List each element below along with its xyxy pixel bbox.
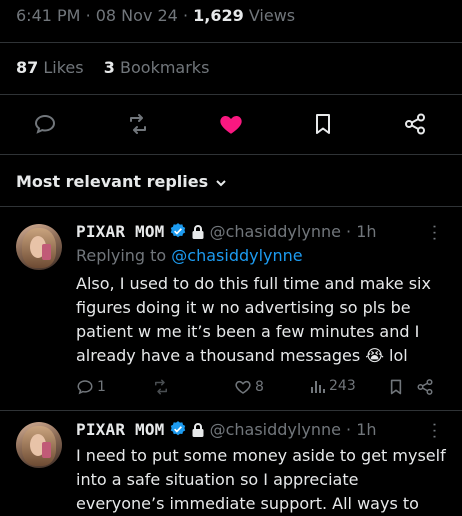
chevron-down-icon bbox=[216, 179, 226, 186]
replies-sort-label: Most relevant replies bbox=[16, 172, 209, 191]
divider bbox=[0, 42, 462, 43]
share-button[interactable] bbox=[416, 378, 434, 396]
reply-action-bar: 1 8 243 bbox=[76, 378, 446, 400]
bookmarks-stat[interactable]: 3 Bookmarks bbox=[104, 58, 210, 77]
avatar[interactable] bbox=[16, 224, 62, 270]
bookmarks-label: Bookmarks bbox=[120, 58, 210, 77]
retweet-button[interactable] bbox=[152, 378, 170, 396]
lock-icon bbox=[192, 423, 203, 437]
bookmarks-count: 3 bbox=[103, 58, 115, 77]
like-count: 8 bbox=[255, 379, 264, 395]
user-handle[interactable]: @chasiddylynne bbox=[210, 222, 341, 241]
lock-icon bbox=[192, 225, 203, 239]
reply-text: I need to put some money aside to get my… bbox=[76, 446, 446, 513]
retweet-icon bbox=[155, 379, 167, 395]
user-handle[interactable]: @chasiddylynne bbox=[210, 420, 341, 439]
more-icon: ··· bbox=[425, 422, 444, 441]
reply-age[interactable]: 1h bbox=[356, 222, 376, 241]
post-stats: 87 Likes 3 Bookmarks bbox=[16, 58, 209, 77]
reply-age[interactable]: 1h bbox=[356, 420, 376, 439]
display-name[interactable]: PIXAR MOM bbox=[76, 420, 165, 439]
post-meta: 6:41 PM · 08 Nov 24 · 1,629 Views bbox=[16, 6, 296, 25]
divider bbox=[0, 410, 462, 411]
replying-to-handle[interactable]: @chasiddylynne bbox=[171, 246, 302, 265]
heart-icon bbox=[220, 115, 242, 134]
verified-icon bbox=[170, 421, 185, 436]
replying-to: Replying to @chasiddylynne bbox=[76, 246, 303, 265]
reply-icon bbox=[77, 380, 93, 395]
bookmark-icon bbox=[316, 114, 330, 134]
more-button[interactable]: ··· bbox=[425, 422, 444, 440]
like-button[interactable] bbox=[213, 106, 249, 142]
likes-label: Likes bbox=[43, 58, 84, 77]
views-count: 1,629 bbox=[193, 6, 244, 25]
reply-header: PIXAR MOM @chasiddylynne · 1h bbox=[76, 222, 377, 241]
share-icon bbox=[417, 379, 433, 395]
reply-button[interactable] bbox=[27, 106, 63, 142]
views-label: Views bbox=[248, 6, 296, 25]
divider bbox=[0, 94, 462, 95]
share-button[interactable] bbox=[397, 106, 433, 142]
bookmark-button[interactable] bbox=[388, 378, 404, 396]
reply-icon bbox=[34, 114, 56, 134]
display-name[interactable]: PIXAR MOM bbox=[76, 222, 165, 241]
replies-sort-dropdown[interactable]: Most relevant replies bbox=[16, 172, 228, 191]
verified-icon bbox=[170, 223, 185, 238]
retweet-icon bbox=[130, 114, 146, 134]
heart-icon bbox=[235, 380, 251, 394]
views-icon bbox=[311, 381, 325, 393]
divider bbox=[0, 206, 462, 207]
retweet-button[interactable] bbox=[120, 106, 156, 142]
bookmark-button[interactable] bbox=[305, 106, 341, 142]
divider bbox=[0, 154, 462, 155]
reply-text: Also, I used to do this full time and ma… bbox=[76, 274, 431, 365]
post-date[interactable]: 08 Nov 24 bbox=[96, 6, 178, 25]
share-icon bbox=[405, 113, 425, 135]
more-icon: ··· bbox=[425, 224, 444, 243]
more-button[interactable]: ··· bbox=[425, 224, 444, 242]
like-button[interactable]: 8 bbox=[234, 378, 264, 396]
reply-count: 1 bbox=[97, 379, 106, 395]
post-time[interactable]: 6:41 PM bbox=[16, 6, 80, 25]
likes-count: 87 bbox=[16, 58, 39, 77]
reply-button[interactable]: 1 bbox=[76, 378, 106, 396]
bookmark-icon bbox=[390, 379, 402, 395]
view-count: 243 bbox=[329, 378, 356, 394]
reply-header: PIXAR MOM @chasiddylynne · 1h bbox=[76, 420, 377, 439]
post-action-bar bbox=[0, 106, 462, 142]
likes-stat[interactable]: 87 Likes bbox=[16, 58, 89, 77]
avatar[interactable] bbox=[16, 422, 62, 468]
views-button[interactable]: 243 bbox=[310, 378, 356, 394]
